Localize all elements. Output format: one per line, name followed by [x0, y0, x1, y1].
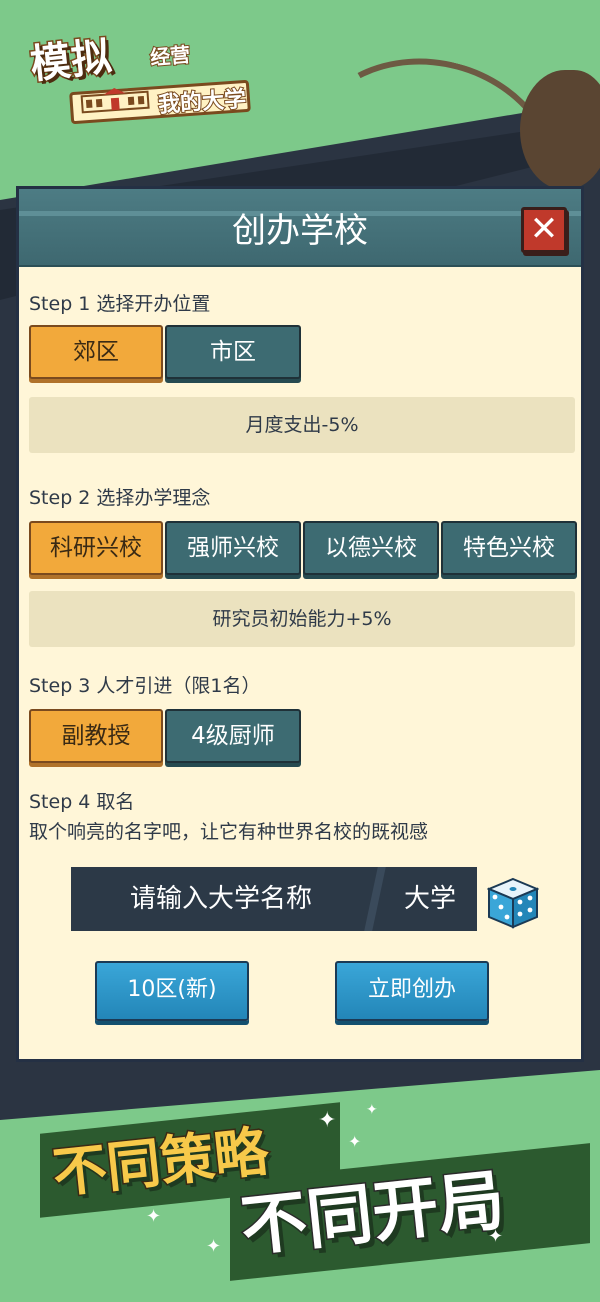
university-name-input[interactable] [71, 867, 371, 931]
location-effect-description: 月度支出-5% [29, 397, 575, 453]
philosophy-effect-description: 研究员初始能力+5% [29, 591, 575, 647]
university-suffix: 大学 [403, 884, 456, 914]
step4-hint: 取个响亮的名字吧，让它有种世界名校的既视感 [29, 821, 429, 843]
sparkle-icon: ✦ [488, 1226, 504, 1247]
game-logo: 模拟 经营 我的大学 [27, 28, 255, 125]
close-button[interactable]: ✕ [521, 207, 567, 253]
dialog-title: 创办学校 [232, 211, 368, 251]
logo-title-small-a: 经营 [148, 41, 192, 70]
location-option-city[interactable]: 市区 [165, 325, 301, 379]
create-now-button[interactable]: 立即创办 [335, 961, 489, 1021]
close-icon: ✕ [529, 209, 559, 249]
philosophy-option-research[interactable]: 科研兴校 [29, 521, 163, 575]
logo-title-small-b: 我的大学 [156, 86, 248, 119]
sparkle-icon: ✦ [366, 1102, 378, 1118]
philosophy-option-virtue[interactable]: 以德兴校 [303, 521, 439, 575]
school-building-icon [79, 86, 151, 115]
philosophy-option-teachers[interactable]: 强师兴校 [165, 521, 301, 575]
philosophy-option-specialty[interactable]: 特色兴校 [441, 521, 577, 575]
step4-label: Step 4 取名 [29, 791, 135, 813]
step3-label: Step 3 人才引进（限1名） [29, 675, 261, 697]
dice-icon[interactable] [486, 877, 540, 929]
step1-label: Step 1 选择开办位置 [29, 293, 211, 315]
step2-label: Step 2 选择办学理念 [29, 487, 211, 509]
talent-option-associate-professor[interactable]: 副教授 [29, 709, 163, 763]
sparkle-icon: ✦ [206, 1236, 222, 1257]
sparkle-icon: ✦ [348, 1132, 362, 1151]
server-select-button[interactable]: 10区(新) [95, 961, 249, 1021]
dialog-header: 创办学校 ✕ [19, 189, 581, 267]
create-school-dialog: 创办学校 ✕ Step 1 选择开办位置 郊区 市区 月度支出-5% Step … [16, 186, 584, 1062]
sparkle-icon: ✦ [318, 1108, 337, 1133]
university-name-bar: 大学 [71, 867, 477, 931]
sparkle-icon: ✦ [146, 1206, 162, 1227]
logo-title-big: 模拟 [27, 32, 116, 89]
talent-option-chef[interactable]: 4级厨师 [165, 709, 301, 763]
location-option-suburb[interactable]: 郊区 [29, 325, 163, 379]
background-blob [520, 70, 600, 190]
